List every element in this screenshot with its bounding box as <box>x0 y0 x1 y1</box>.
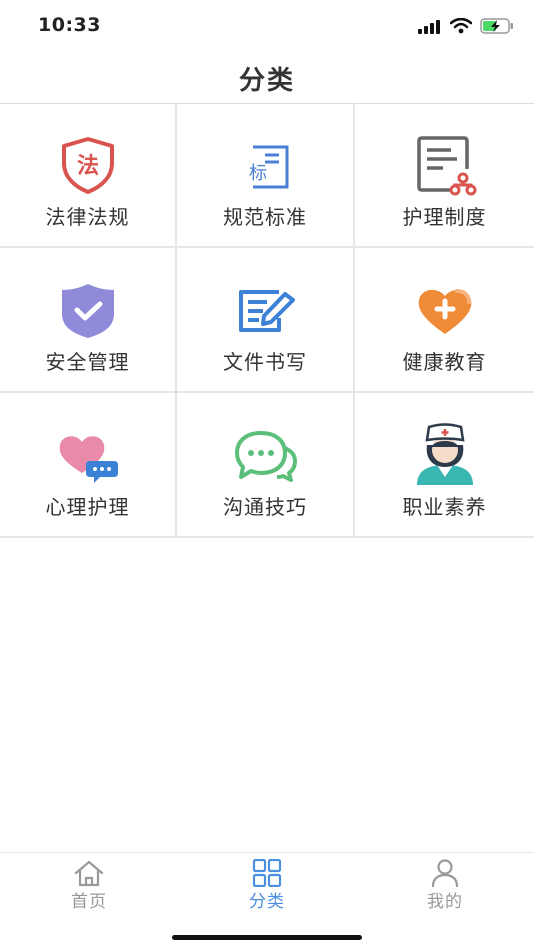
category-writing[interactable]: 文件书写 <box>177 248 355 393</box>
status-time: 10:33 <box>38 14 101 36</box>
category-label: 规范标准 <box>223 205 307 229</box>
category-label: 安全管理 <box>45 350 130 374</box>
home-icon <box>39 859 139 887</box>
standard-icon-glyph: 标 <box>249 163 267 184</box>
health-heart-icon <box>413 278 477 342</box>
category-communication[interactable]: 沟通技巧 <box>177 393 355 538</box>
category-professionalism[interactable]: 职业素养 <box>355 393 534 538</box>
category-label: 法律法规 <box>45 205 130 229</box>
category-psychological-care[interactable]: 心理护理 <box>0 393 177 538</box>
tab-home-label: 首页 <box>71 892 107 912</box>
navigation-bar: 分类 <box>0 52 534 104</box>
person-icon <box>395 859 495 887</box>
category-standards[interactable]: 标 规范标准 <box>177 103 355 248</box>
category-safety[interactable]: 安全管理 <box>0 248 177 393</box>
law-shield-icon: 法 <box>56 133 120 197</box>
tab-mine[interactable]: 我的 <box>395 859 495 912</box>
tab-home[interactable]: 首页 <box>39 859 139 912</box>
signal-icon <box>418 19 442 38</box>
home-indicator <box>172 935 362 940</box>
status-bar: 10:33 <box>0 0 534 52</box>
page-title: 分类 <box>238 66 295 96</box>
category-label: 护理制度 <box>402 205 487 229</box>
tab-category-label: 分类 <box>249 892 285 912</box>
category-label: 沟通技巧 <box>223 495 307 519</box>
law-icon-glyph: 法 <box>76 154 98 179</box>
category-label: 职业素养 <box>402 495 487 519</box>
tab-mine-label: 我的 <box>427 892 463 912</box>
category-label: 心理护理 <box>45 495 130 519</box>
category-nursing-system[interactable]: 护理制度 <box>355 103 534 248</box>
wifi-icon <box>449 17 473 38</box>
grid-icon <box>217 859 317 887</box>
status-icons <box>418 17 514 38</box>
chat-bubbles-icon <box>233 423 297 487</box>
category-grid: 法 法律法规 标 规范标准 护理制度 安全管理 文件书写 健康教育 心理护理 沟… <box>0 103 534 538</box>
standard-document-icon: 标 <box>233 133 297 197</box>
category-label: 文件书写 <box>223 350 307 374</box>
safety-shield-icon <box>56 278 120 342</box>
tab-category[interactable]: 分类 <box>217 859 317 912</box>
category-label: 健康教育 <box>402 350 487 374</box>
battery-charging-icon <box>480 18 514 38</box>
category-law[interactable]: 法 法律法规 <box>0 103 177 248</box>
category-health-education[interactable]: 健康教育 <box>355 248 534 393</box>
heart-chat-icon <box>56 423 120 487</box>
nurse-icon <box>413 423 477 487</box>
document-writing-icon <box>233 278 297 342</box>
system-document-icon <box>413 133 477 197</box>
